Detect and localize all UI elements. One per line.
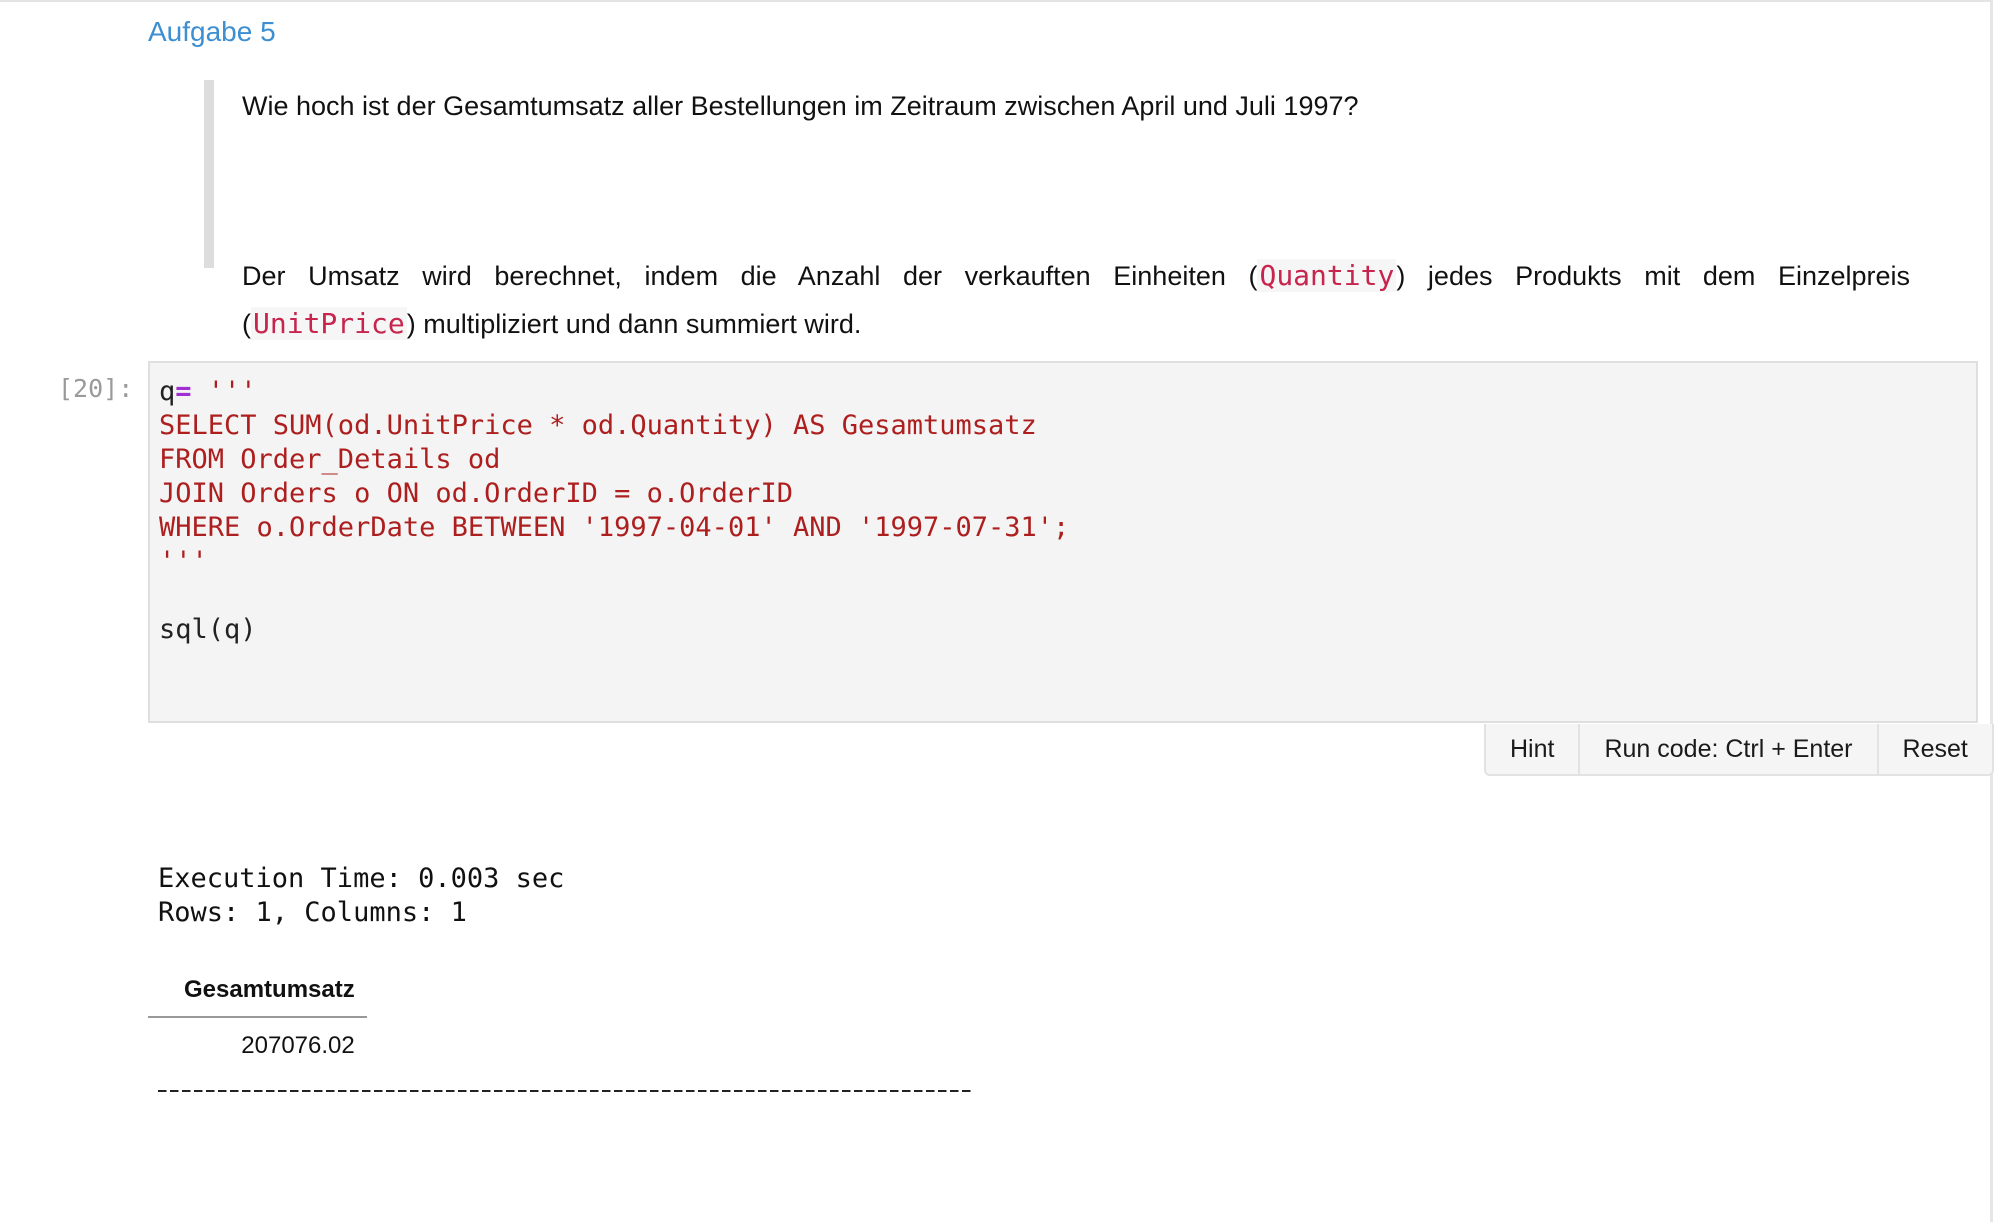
code-quantity: Quantity — [1257, 259, 1397, 292]
task-title: Aufgabe 5 — [148, 16, 276, 47]
table-row: 207076.02 — [148, 1017, 367, 1068]
scrollbar-track[interactable] — [1990, 0, 1993, 1222]
run-code-button[interactable]: Run code: Ctrl + Enter — [1580, 724, 1879, 774]
task-explanation: Der Umsatz wird berechnet, indem die Anz… — [242, 252, 1910, 348]
code-text[interactable]: q= ''' SELECT SUM(od.UnitPrice * od.Quan… — [159, 375, 1069, 647]
top-divider — [0, 0, 1990, 2]
cell-toolbar: Hint Run code: Ctrl + Enter Reset — [1484, 724, 1994, 776]
result-column-header: Gesamtumsatz — [148, 968, 367, 1018]
execution-time: Execution Time: 0.003 sec — [158, 863, 565, 894]
output-separator-line — [158, 1090, 974, 1092]
task-question: Wie hoch ist der Gesamtumsatz aller Best… — [242, 91, 1359, 121]
explanation-line-1: Der Umsatz wird berechnet, indem die Anz… — [242, 259, 1911, 292]
sql-call-text: sql(q) — [159, 614, 257, 645]
result-table: Gesamtumsatz 207076.02 — [148, 968, 367, 1068]
code-editor[interactable]: q= ''' SELECT SUM(od.UnitPrice * od.Quan… — [148, 361, 1978, 723]
execution-output: Execution Time: 0.003 sec Rows: 1, Colum… — [158, 862, 564, 930]
rows-columns-info: Rows: 1, Columns: 1 — [158, 897, 467, 928]
code-unitprice: UnitPrice — [251, 307, 407, 340]
cell-execution-count: [20]: — [58, 374, 134, 403]
result-cell: 207076.02 — [241, 1032, 355, 1059]
reset-button[interactable]: Reset — [1878, 724, 1992, 774]
sql-query-text: SELECT SUM(od.UnitPrice * od.Quantity) A… — [159, 410, 1070, 577]
task-description-quote: Wie hoch ist der Gesamtumsatz aller Best… — [204, 80, 1924, 340]
hint-button[interactable]: Hint — [1486, 724, 1581, 774]
